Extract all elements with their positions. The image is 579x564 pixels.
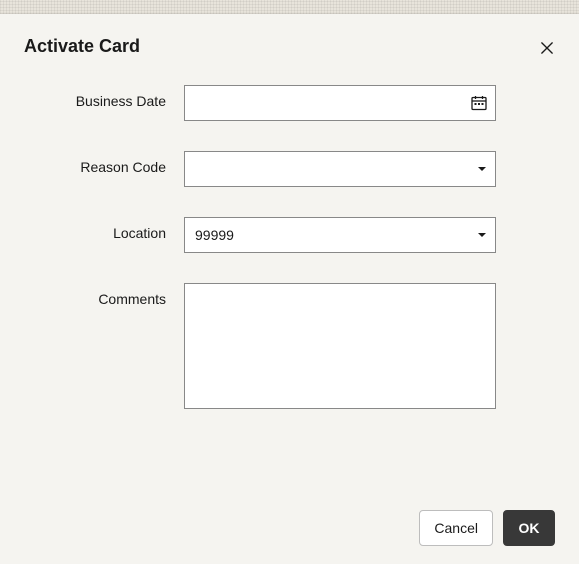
field-row-comments: Comments [24, 283, 555, 414]
reason-code-label: Reason Code [24, 151, 184, 175]
activate-card-form: Business Date [24, 85, 555, 414]
close-icon [541, 41, 553, 55]
comments-textarea[interactable] [184, 283, 496, 409]
location-select[interactable]: 99999 [184, 217, 496, 253]
cancel-button[interactable]: Cancel [419, 510, 493, 546]
close-button[interactable] [535, 36, 559, 60]
dialog-title: Activate Card [24, 36, 555, 57]
location-label: Location [24, 217, 184, 241]
business-date-label: Business Date [24, 85, 184, 109]
ok-button[interactable]: OK [503, 510, 555, 546]
window-texture-strip [0, 0, 579, 14]
location-value: 99999 [195, 227, 234, 243]
activate-card-dialog: Activate Card Business Date [0, 14, 579, 564]
field-row-reason-code: Reason Code [24, 151, 555, 187]
comments-label: Comments [24, 283, 184, 307]
field-row-business-date: Business Date [24, 85, 555, 121]
business-date-input[interactable] [184, 85, 496, 121]
dialog-footer: Cancel OK [0, 450, 579, 564]
reason-code-select[interactable] [184, 151, 496, 187]
field-row-location: Location 99999 [24, 217, 555, 253]
